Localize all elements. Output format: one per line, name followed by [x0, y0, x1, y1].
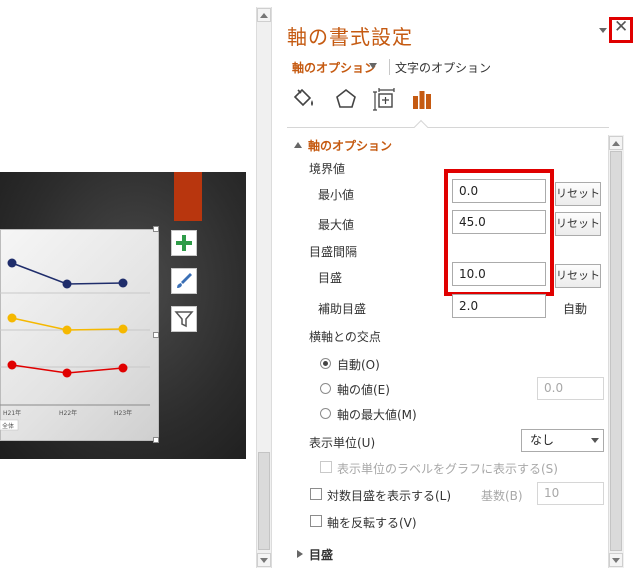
cross-label: 横軸との交点 [309, 330, 381, 344]
highlight-annotation [444, 169, 554, 296]
reverse-axis-label[interactable]: 軸を反転する(V) [327, 514, 417, 531]
fill-line-icon [293, 88, 313, 107]
bounds-label: 境界値 [309, 162, 346, 176]
chart-filters-button[interactable] [171, 306, 197, 332]
resize-handle[interactable] [153, 226, 159, 232]
series-red-point [118, 363, 128, 373]
series-red-point [7, 360, 17, 370]
effects-button[interactable] [333, 86, 359, 114]
max-reset-button[interactable]: リセット [555, 212, 601, 236]
section-title-axis-options[interactable]: 軸のオプション [308, 137, 392, 154]
chart-elements-button[interactable] [171, 230, 197, 256]
x-tick-label: H22年 [59, 409, 77, 417]
series-yellow-point [118, 324, 128, 334]
arrow-up-icon [612, 141, 620, 146]
minor-unit-input[interactable]: 2.0 [452, 294, 546, 318]
section-title-tick-marks[interactable]: 目盛 [309, 546, 333, 563]
pane-scrollbar-thumb[interactable] [610, 151, 622, 551]
arrow-down-icon [260, 558, 268, 563]
expand-triangle-icon[interactable] [297, 550, 303, 558]
slide-accent-block [174, 172, 202, 221]
series-navy-point [62, 279, 72, 289]
resize-handle[interactable] [153, 332, 159, 338]
axis-options-button[interactable] [409, 86, 435, 114]
major-unit-label: 目盛 [318, 271, 343, 285]
series-navy-point [7, 258, 17, 268]
arrow-down-icon [612, 558, 620, 563]
collapse-triangle-icon[interactable] [294, 142, 302, 148]
size-properties-button[interactable] [372, 86, 398, 114]
min-reset-button[interactable]: リセット [555, 182, 601, 206]
app-window: H21年 H22年 H23年 全体 軸の書式設定 ✕ 軸のオプション 文字のオプ… [0, 0, 640, 568]
series-red-point [62, 368, 72, 378]
tab-divider [389, 59, 390, 75]
plus-icon [176, 235, 192, 251]
size-properties-icon [373, 88, 395, 111]
base-label: 基数(B) [481, 489, 523, 503]
line-chart[interactable]: H21年 H22年 H23年 全体 [0, 229, 160, 441]
legend-text: 全体 [2, 422, 14, 430]
arrow-up-icon [260, 13, 268, 18]
tab-axis-options[interactable]: 軸のオプション [292, 59, 376, 76]
log-scale-label[interactable]: 対数目盛を表示する(L) [327, 487, 451, 504]
series-yellow-point [62, 325, 72, 335]
fill-line-button[interactable] [291, 86, 317, 114]
units-label: 目盛間隔 [309, 245, 358, 259]
show-units-label: 表示単位のラベルをグラフに表示する(S) [337, 462, 558, 476]
brush-icon [177, 273, 192, 288]
pane-scroll-up-button[interactable] [609, 136, 623, 150]
max-label: 最大値 [318, 218, 355, 232]
radio-selected-dot [323, 361, 328, 366]
radio-axis-value-label[interactable]: 軸の値(E) [337, 381, 390, 398]
axis-value-input[interactable]: 0.0 [537, 377, 604, 400]
show-units-checkbox[interactable] [320, 461, 332, 473]
tab-text-options[interactable]: 文字のオプション [395, 59, 491, 76]
resize-handle[interactable] [153, 437, 159, 443]
base-input[interactable]: 10 [537, 482, 604, 505]
radio-auto-label[interactable]: 自動(O) [337, 356, 380, 373]
series-navy-point [118, 278, 128, 288]
section-divider [287, 127, 609, 128]
bar-chart-icon [413, 91, 431, 109]
radio-axis-max[interactable] [320, 408, 331, 419]
pane-title: 軸の書式設定 [287, 25, 413, 49]
min-label: 最小値 [318, 188, 355, 202]
scroll-down-button[interactable] [257, 553, 271, 567]
reverse-axis-checkbox[interactable] [310, 515, 322, 527]
pane-options-dropdown-icon[interactable] [599, 28, 607, 33]
x-tick-label: H21年 [3, 409, 21, 417]
scroll-up-button[interactable] [257, 8, 271, 22]
close-icon: ✕ [614, 17, 629, 37]
radio-axis-value[interactable] [320, 383, 331, 394]
chevron-down-icon[interactable] [591, 438, 599, 443]
major-reset-button[interactable]: リセット [555, 264, 601, 288]
log-scale-checkbox[interactable] [310, 488, 322, 500]
minor-unit-label: 補助目盛 [318, 302, 367, 316]
scrollbar-thumb[interactable] [258, 452, 270, 550]
radio-auto[interactable] [320, 358, 331, 369]
filter-icon [174, 311, 194, 328]
x-tick-label: H23年 [114, 409, 132, 417]
pane-scroll-down-button[interactable] [609, 553, 623, 567]
minor-auto-label: 自動 [563, 302, 588, 316]
radio-axis-max-label[interactable]: 軸の最大値(M) [337, 406, 417, 423]
chevron-down-icon[interactable] [369, 63, 377, 69]
display-units-label: 表示単位(U) [309, 436, 376, 450]
effects-icon [336, 88, 356, 108]
chart-styles-button[interactable] [171, 268, 197, 294]
series-yellow-point [7, 313, 17, 323]
